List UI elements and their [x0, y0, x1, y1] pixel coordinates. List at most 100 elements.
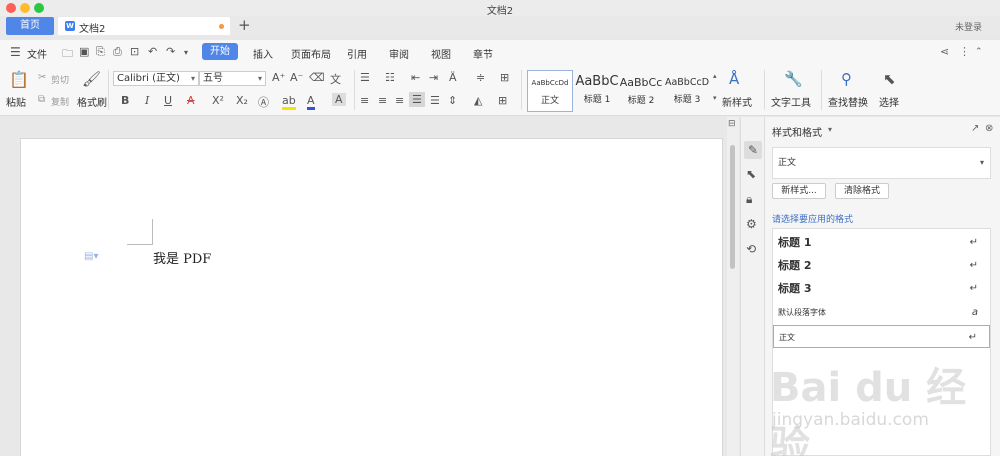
cursor-icon[interactable]: ⬉ [746, 167, 756, 181]
italic-icon[interactable]: I [145, 94, 149, 107]
open-icon[interactable]: 🗀 [62, 45, 73, 64]
distributed-align-icon[interactable]: ☰ [430, 94, 440, 107]
phonetic-guide-icon[interactable]: 文 [330, 71, 341, 87]
close-icon[interactable]: ⊗ [985, 123, 993, 134]
more-icon[interactable]: ⋮ [959, 45, 970, 58]
scroll-top-icon[interactable]: ⊟ [728, 119, 736, 129]
increase-indent-icon[interactable]: ⇥ [429, 71, 438, 84]
new-tab-button[interactable]: + [238, 16, 251, 34]
current-style-select[interactable]: 正文 ▾ [772, 147, 991, 179]
paragraph-spacing-icon[interactable]: ⇕ [448, 94, 457, 107]
align-right-icon[interactable]: ≡ [395, 94, 404, 107]
tab-start[interactable]: 开始 [202, 43, 238, 60]
new-style-icon[interactable]: Å [729, 70, 739, 88]
highlight-icon[interactable]: ab [282, 94, 296, 110]
tab-page-layout[interactable]: 页面布局 [291, 46, 331, 61]
history-icon[interactable]: ⟲ [746, 242, 756, 256]
format-painter-icon[interactable]: 🖌 [82, 70, 101, 88]
tab-chapter[interactable]: 章节 [473, 46, 493, 61]
side-toolbar: ✎ ⬉ 🔒︎ ⚙ ⟲ [740, 117, 764, 456]
numbered-list-icon[interactable]: ☷ [385, 71, 395, 84]
login-status[interactable]: 未登录 [955, 20, 982, 33]
menu-icon[interactable]: ☰ [10, 45, 21, 59]
new-style-panel-button[interactable]: 新样式... [772, 183, 826, 199]
chevron-down-icon[interactable]: ▾ [828, 125, 832, 134]
copy-button[interactable]: 复制 [51, 95, 69, 108]
shading-icon[interactable]: ◭ [474, 94, 482, 107]
find-replace-button[interactable]: 查找替换 [828, 94, 868, 109]
text-tools-button[interactable]: 文字工具 [771, 94, 811, 109]
list-item[interactable]: 标题 1 ↵ [773, 231, 990, 254]
align-justify-icon[interactable]: ☰ [409, 92, 425, 107]
bullet-list-icon[interactable]: ☰ [360, 71, 370, 84]
save-icon[interactable]: ▣ [79, 45, 89, 58]
collapse-ribbon-icon[interactable]: ⌃ [975, 47, 983, 57]
redo-icon[interactable]: ↷ [166, 45, 175, 58]
document-page[interactable]: ▤▾ 我是 PDF [20, 138, 723, 456]
superscript-icon[interactable]: X² [212, 94, 224, 107]
scrollbar-thumb[interactable] [730, 145, 735, 269]
list-item[interactable]: 标题 2 ↵ [773, 254, 990, 277]
decrease-indent-icon[interactable]: ⇤ [411, 71, 420, 84]
character-shading-icon[interactable]: A [332, 93, 346, 106]
cursor-icon[interactable]: ⬉ [883, 70, 896, 88]
align-center-icon[interactable]: ≡ [378, 94, 387, 107]
quick-access-dropdown-icon[interactable]: ▾ [184, 48, 188, 57]
preview-icon[interactable]: ⊡ [130, 45, 139, 58]
font-size-select[interactable]: 五号 ▾ [199, 71, 266, 86]
style-heading-3[interactable]: AaBbCcD 标题 3 [663, 70, 711, 112]
settings-icon[interactable]: ⚙ [746, 217, 757, 231]
tab-insert[interactable]: 插入 [253, 46, 273, 61]
cut-button[interactable]: 剪切 [51, 73, 69, 86]
undo-icon[interactable]: ↶ [148, 45, 157, 58]
text-effect-icon[interactable]: Ⓐ [258, 94, 269, 110]
tab-review[interactable]: 审阅 [389, 46, 409, 61]
list-item[interactable]: 正文 ↵ [773, 325, 990, 348]
lock-icon[interactable]: 🔒︎ [746, 192, 752, 207]
style-heading-1[interactable]: AaBbC 标题 1 [575, 70, 619, 112]
vertical-scrollbar[interactable]: ⊟ [727, 117, 739, 456]
underline-icon[interactable]: U [164, 94, 172, 107]
clear-format-icon[interactable]: ⌫ [309, 71, 325, 84]
align-left-icon[interactable]: ≡ [360, 94, 369, 107]
share-icon[interactable]: ⋖ [940, 45, 949, 58]
increase-font-icon[interactable]: A⁺ [272, 71, 285, 84]
select-button[interactable]: 选择 [879, 94, 899, 109]
search-icon[interactable]: ⚲ [841, 70, 852, 88]
font-name-select[interactable]: Calibri (正文) ▾ [113, 71, 199, 86]
popout-icon[interactable]: ↗ [971, 123, 979, 134]
gallery-scroll-icon[interactable]: ▴ [713, 72, 717, 80]
tab-home[interactable]: 首页 [6, 17, 54, 35]
print-icon[interactable]: ⎙ [113, 45, 122, 59]
gallery-scroll-icon[interactable]: ▾ [713, 94, 717, 102]
clear-format-button[interactable]: 清除格式 [835, 183, 889, 199]
line-spacing-icon[interactable]: ≑ [476, 71, 485, 84]
menu-file[interactable]: 文件 [27, 46, 47, 61]
copy-icon[interactable]: ⧉ [38, 94, 45, 105]
decrease-font-icon[interactable]: A⁻ [290, 71, 303, 84]
bold-icon[interactable]: B [121, 94, 129, 107]
style-heading-2[interactable]: AaBbCc 标题 2 [619, 70, 663, 112]
list-item[interactable]: 标题 3 ↵ [773, 277, 990, 300]
pen-icon[interactable]: ✎ [744, 141, 762, 159]
table-icon[interactable]: ⊞ [500, 71, 509, 84]
export-icon[interactable]: ⎘ [96, 45, 105, 59]
borders-icon[interactable]: ⊞ [498, 94, 507, 107]
tab-document[interactable]: W 文档2 [58, 17, 230, 35]
paragraph-handle-icon[interactable]: ▤▾ [84, 251, 98, 262]
strikethrough-icon[interactable]: A [187, 94, 195, 107]
paste-icon[interactable]: 📋 [9, 70, 29, 89]
style-normal[interactable]: AaBbCcDd 正文 [527, 70, 573, 112]
format-painter-button[interactable]: 格式刷 [77, 94, 107, 109]
paste-button[interactable]: 粘贴 [6, 94, 26, 109]
cut-icon[interactable]: ✂ [38, 72, 46, 83]
font-color-icon[interactable]: A [307, 94, 315, 110]
subscript-icon[interactable]: X₂ [236, 94, 248, 107]
new-style-button[interactable]: 新样式 [722, 94, 752, 109]
text-direction-icon[interactable]: Ä [449, 71, 457, 84]
tab-references[interactable]: 引用 [347, 46, 367, 61]
list-item[interactable]: 默认段落字体 a [773, 301, 990, 324]
document-text[interactable]: 我是 PDF [153, 248, 211, 267]
wrench-icon[interactable]: 🔧 [784, 70, 803, 88]
tab-view[interactable]: 视图 [431, 46, 451, 61]
